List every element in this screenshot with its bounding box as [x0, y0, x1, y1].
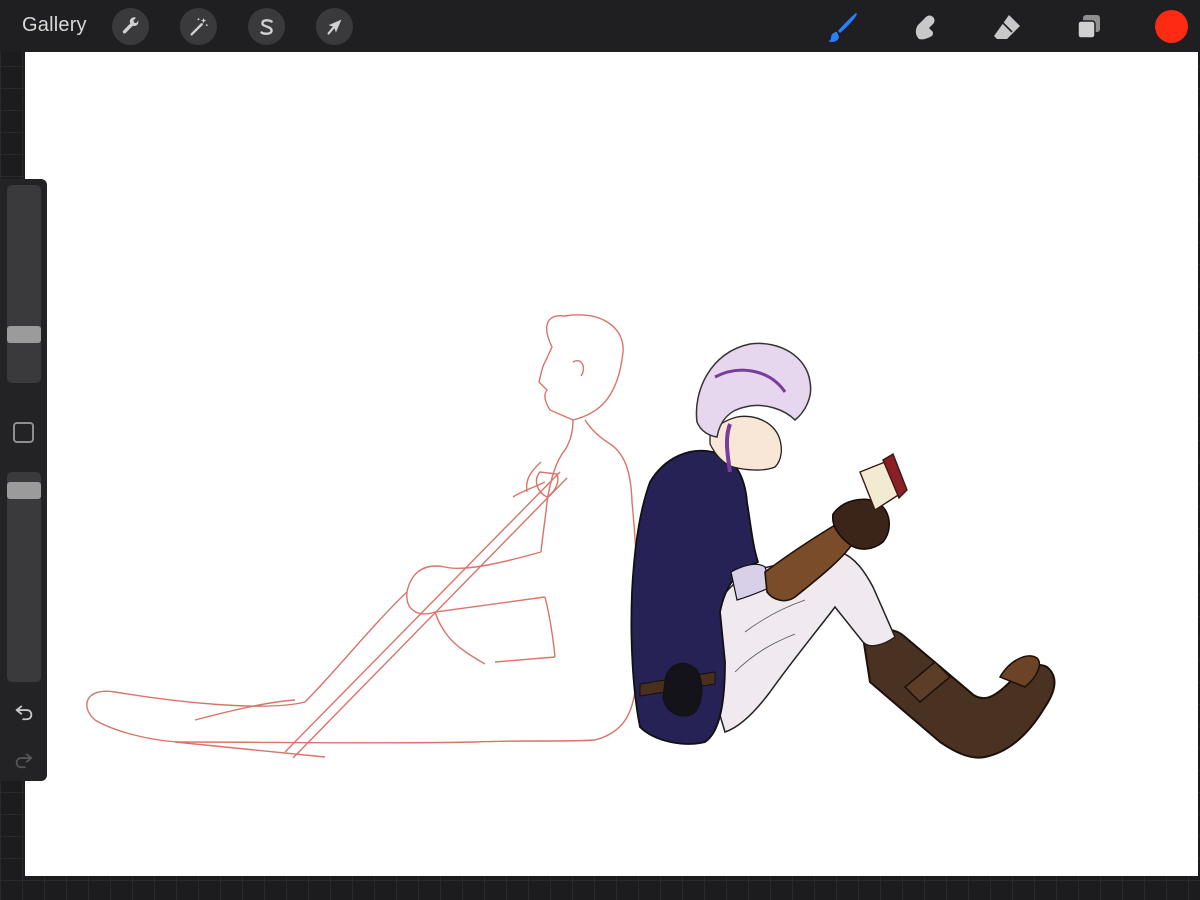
brush-tool-button[interactable] — [824, 8, 862, 46]
layers-icon — [1077, 15, 1100, 39]
modify-button[interactable] — [13, 422, 34, 443]
undo-button[interactable] — [12, 699, 36, 723]
colored-character — [630, 342, 1056, 759]
magic-wand-icon — [189, 17, 208, 36]
smudge-finger-icon — [915, 15, 935, 40]
top-toolbar: Gallery — [0, 0, 1200, 52]
opacity-thumb[interactable] — [7, 482, 41, 499]
actions-button[interactable] — [112, 8, 149, 45]
selection-s-icon — [259, 18, 273, 35]
gallery-button[interactable]: Gallery — [22, 14, 87, 37]
drawing-canvas[interactable] — [25, 52, 1198, 876]
sketch-figure — [86, 314, 639, 759]
smudge-tool-button[interactable] — [906, 8, 944, 46]
eraser-tool-button[interactable] — [988, 8, 1026, 46]
arrow-cursor-icon — [326, 19, 341, 35]
redo-button[interactable] — [12, 747, 36, 771]
color-picker-button[interactable] — [1155, 10, 1188, 43]
brush-icon — [828, 13, 857, 42]
layers-button[interactable] — [1070, 8, 1108, 46]
left-sidebar — [0, 179, 47, 781]
adjustments-button[interactable] — [180, 8, 217, 45]
eraser-icon — [994, 15, 1020, 39]
transform-button[interactable] — [316, 8, 353, 45]
undo-arrow-icon — [15, 705, 33, 721]
brush-size-slider[interactable] — [7, 185, 41, 383]
artwork — [86, 314, 1056, 759]
wrench-icon — [122, 16, 138, 33]
brush-size-thumb[interactable] — [7, 326, 41, 343]
selection-button[interactable] — [248, 8, 285, 45]
redo-arrow-icon — [15, 753, 33, 769]
opacity-slider[interactable] — [7, 472, 41, 682]
